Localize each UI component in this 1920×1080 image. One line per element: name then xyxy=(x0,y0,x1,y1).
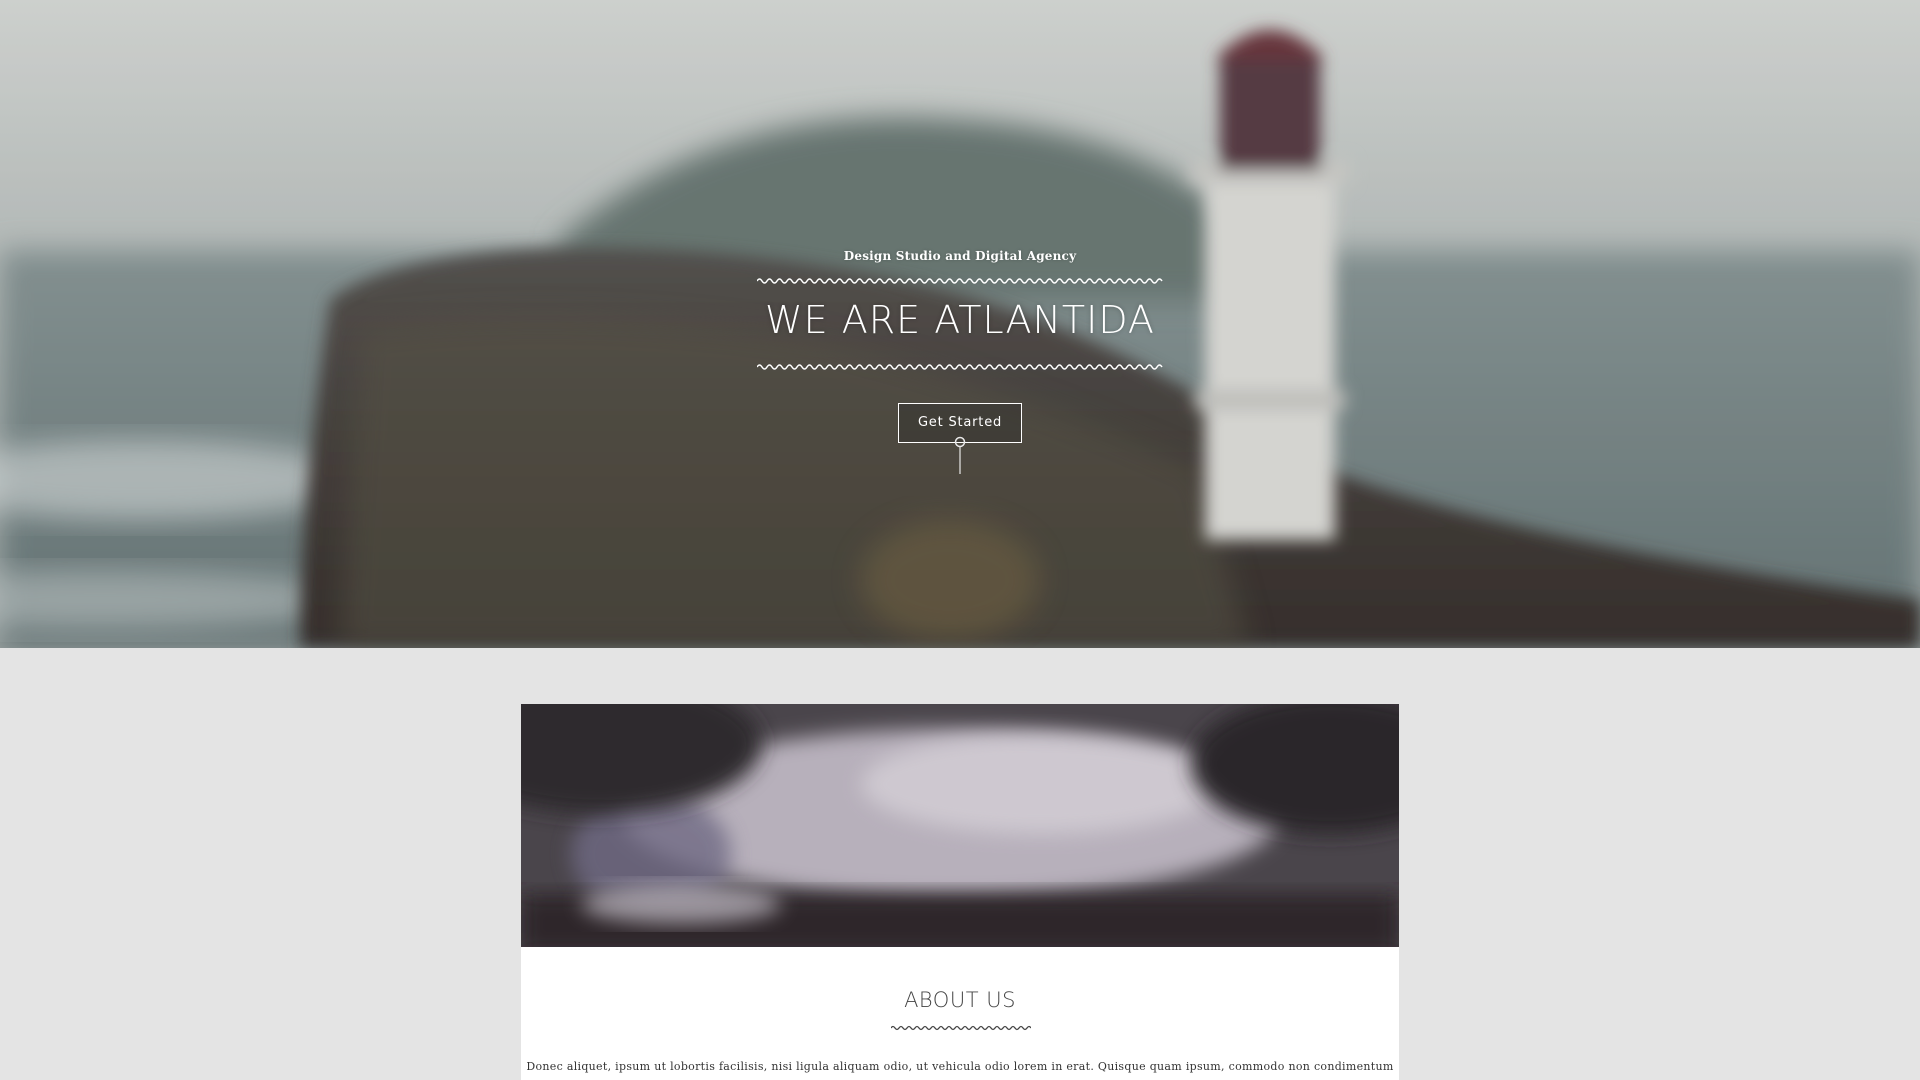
hero-tagline: Design Studio and Digital Agency xyxy=(843,249,1077,263)
hero-section: Design Studio and Digital Agency WE ARE … xyxy=(0,0,1920,648)
about-card-image xyxy=(521,704,1399,947)
about-card xyxy=(521,704,1399,1080)
scroll-down-indicator-icon[interactable] xyxy=(953,436,967,476)
about-wave-divider xyxy=(891,1025,1031,1031)
hero-title: WE ARE ATLANTIDA xyxy=(765,298,1155,342)
wave-divider-bottom xyxy=(757,364,1163,370)
about-body-text: Donec aliquet, ipsum ut lobortis facilis… xyxy=(526,1060,1394,1073)
about-title: ABOUT US xyxy=(904,988,1016,1012)
wave-divider-top xyxy=(757,278,1163,284)
